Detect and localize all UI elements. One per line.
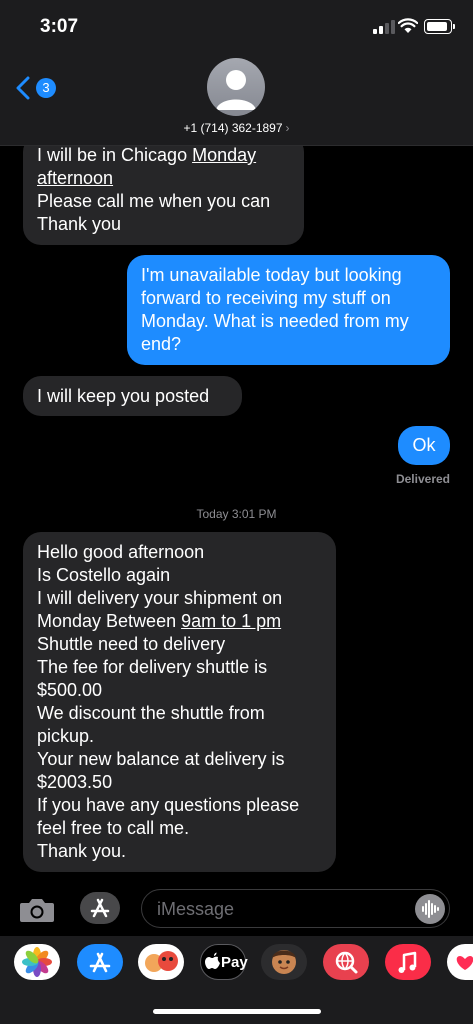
cellular-signal-icon — [373, 20, 395, 34]
contact-avatar[interactable] — [207, 58, 265, 116]
back-button[interactable]: 3 — [16, 72, 60, 104]
message-bubble-outgoing[interactable]: I'm unavailable today but looking forwar… — [127, 255, 450, 365]
message-line: Ok — [412, 435, 436, 455]
message-line: I will delivery your shipment on — [37, 588, 283, 608]
message-line: I will be in Chicago Monday — [37, 145, 257, 165]
message-line: Hello good afternoon — [37, 542, 205, 562]
message-line: Your new balance at delivery is — [37, 749, 285, 769]
message-line: I will keep you posted — [37, 386, 210, 406]
message-line: We discount the shuttle from — [37, 703, 265, 723]
battery-icon — [424, 19, 455, 34]
chevron-right-icon: › — [285, 121, 290, 135]
memoji-stickers-icon[interactable] — [138, 944, 184, 980]
date-link[interactable]: afternoon — [37, 167, 290, 190]
digital-touch-icon[interactable] — [447, 944, 473, 980]
contact-number: +1 (714) 362-1897 — [183, 121, 283, 135]
message-line: Shuttle need to delivery — [37, 634, 226, 654]
unread-count-badge: 3 — [36, 78, 56, 98]
message-line: pickup. — [37, 726, 95, 746]
message-line: feel free to call me. — [37, 818, 190, 838]
contact-name[interactable]: +1 (714) 362-1897› — [0, 121, 473, 135]
input-placeholder: iMessage — [157, 899, 235, 919]
app-store-app-icon[interactable] — [77, 944, 123, 980]
message-line: end? — [141, 334, 182, 354]
apple-pay-icon[interactable]: Pay — [200, 944, 248, 980]
status-bar: 3:07 — [0, 0, 473, 52]
wifi-icon — [398, 18, 418, 33]
message-line: Monday. What is needed from my — [141, 311, 409, 331]
camera-icon[interactable] — [19, 897, 55, 923]
message-line: forward to receiving my stuff on — [141, 288, 391, 308]
app-store-icon — [90, 898, 110, 918]
apple-pay-label: Pay — [221, 954, 248, 971]
web-search-icon[interactable] — [323, 944, 369, 980]
compose-bar: iMessage — [0, 880, 473, 936]
conversation-header-overlay: 3 +1 (714) 362-1897 › — [0, 52, 473, 146]
message-line: The fee for delivery shuttle is — [37, 657, 268, 677]
message-line: $2003.50 — [37, 772, 113, 792]
message-bubble-incoming[interactable]: I will keep you posted — [23, 376, 242, 416]
message-line: Is Costello again — [37, 565, 171, 585]
chevron-left-icon — [16, 76, 30, 100]
message-line: If you have any questions please — [37, 795, 300, 815]
app-store-button[interactable] — [80, 892, 120, 924]
memoji-avatar-icon[interactable] — [261, 944, 307, 980]
music-app-icon[interactable] — [385, 944, 431, 980]
photos-app-icon[interactable] — [14, 944, 60, 980]
message-bubble-incoming[interactable]: Hello good afternoon Is Costello again I… — [23, 532, 336, 872]
message-line: Monday Between 9am to 1 pm — [37, 611, 282, 631]
message-line: $500.00 — [37, 680, 103, 700]
dictation-button[interactable] — [415, 894, 445, 924]
date-link[interactable]: Monday — [192, 145, 256, 165]
message-timestamp: Today 3:01 PM — [196, 507, 277, 521]
waveform-icon — [422, 900, 439, 918]
time-link[interactable]: 9am to 1 pm — [181, 611, 281, 631]
home-indicator[interactable] — [153, 1009, 321, 1014]
delivered-status: Delivered — [395, 472, 450, 486]
message-bubble-incoming[interactable]: I will be in Chicago Monday afternoon Pl… — [23, 134, 304, 245]
message-line: Thank you. — [37, 841, 127, 861]
person-icon — [216, 70, 256, 110]
imessage-input[interactable]: iMessage — [141, 889, 450, 928]
message-line: Please call me when you can — [37, 191, 271, 211]
message-line: I'm unavailable today but looking — [141, 265, 402, 285]
status-time: 3:07 — [40, 16, 79, 37]
message-bubble-outgoing[interactable]: Ok — [398, 426, 450, 465]
message-line: Thank you — [37, 214, 122, 234]
